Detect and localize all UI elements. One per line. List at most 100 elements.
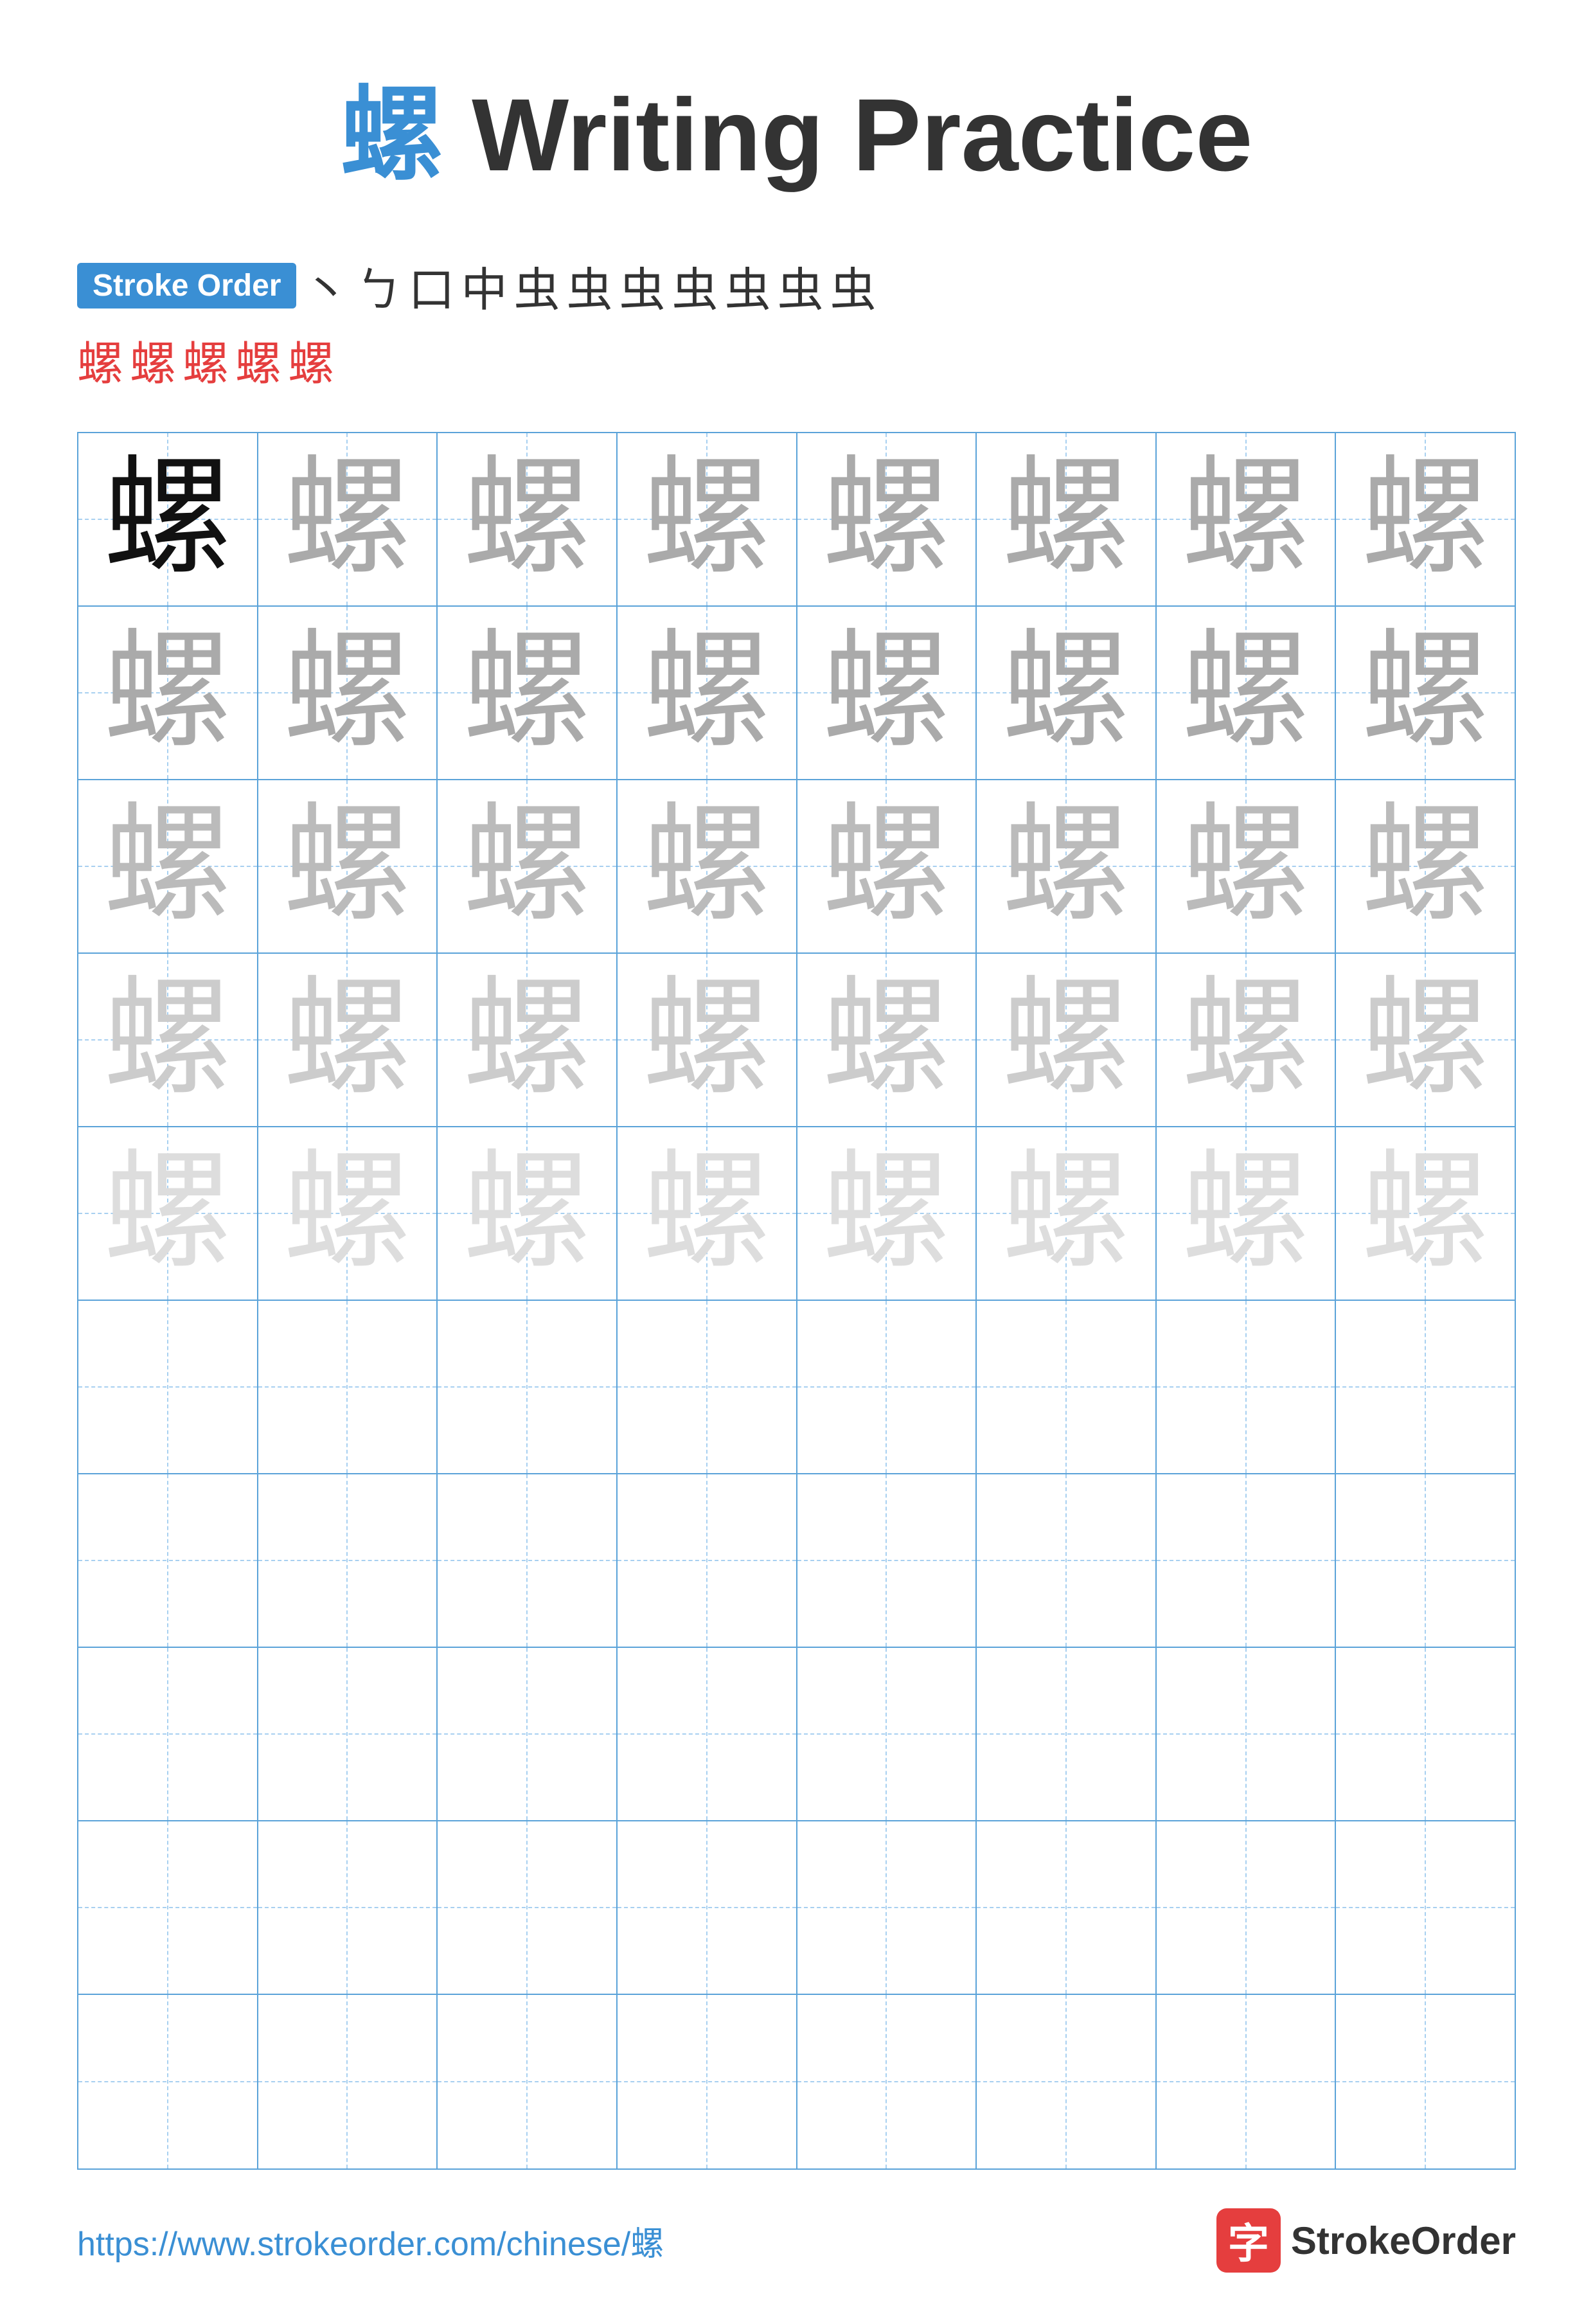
stroke-9: 虫: [725, 252, 771, 319]
grid-row-4: 螺 螺 螺 螺 螺 螺 螺: [78, 954, 1515, 1127]
char-4-6: 螺: [1002, 976, 1130, 1104]
cell-6-3: [438, 1301, 618, 1474]
cell-2-6: 螺: [977, 607, 1157, 780]
stroke-5: 虫: [514, 252, 560, 319]
footer-logo-text: StrokeOrder: [1291, 2219, 1516, 2263]
title-section: 螺 Writing Practice: [77, 51, 1516, 201]
char-1-3: 螺: [463, 455, 591, 584]
cell-6-6: [977, 1301, 1157, 1474]
cell-1-5: 螺: [797, 433, 977, 607]
stroke-14: 螺: [182, 326, 229, 393]
cell-1-8: 螺: [1336, 433, 1515, 607]
cell-5-7: 螺: [1157, 1127, 1337, 1301]
cell-7-8: [1336, 1474, 1515, 1648]
cell-2-7: 螺: [1157, 607, 1337, 780]
cell-7-6: [977, 1474, 1157, 1648]
cell-8-6: [977, 1648, 1157, 1821]
cell-7-5: [797, 1474, 977, 1648]
char-3-2: 螺: [283, 802, 411, 931]
cell-9-2: [258, 1821, 438, 1995]
cell-9-8: [1336, 1821, 1515, 1995]
cell-1-7: 螺: [1157, 433, 1337, 607]
grid-row-10: [78, 1995, 1515, 2168]
cell-3-1: 螺: [78, 780, 258, 954]
cell-2-4: 螺: [618, 607, 797, 780]
title-char: 螺: [341, 77, 443, 192]
cell-6-4: [618, 1301, 797, 1474]
char-3-8: 螺: [1361, 802, 1490, 931]
cell-3-4: 螺: [618, 780, 797, 954]
char-4-1: 螺: [103, 976, 232, 1104]
char-4-3: 螺: [463, 976, 591, 1104]
cell-10-1: [78, 1995, 258, 2168]
char-3-3: 螺: [463, 802, 591, 931]
cell-6-7: [1157, 1301, 1337, 1474]
char-5-6: 螺: [1002, 1149, 1130, 1278]
stroke-8: 虫: [672, 252, 718, 319]
char-2-5: 螺: [822, 629, 950, 757]
char-1-6: 螺: [1002, 455, 1130, 584]
cell-1-2: 螺: [258, 433, 438, 607]
char-4-7: 螺: [1182, 976, 1310, 1104]
cell-9-1: [78, 1821, 258, 1995]
char-1-4: 螺: [643, 455, 771, 584]
char-5-5: 螺: [822, 1149, 950, 1278]
grid-row-8: [78, 1648, 1515, 1821]
char-2-8: 螺: [1361, 629, 1490, 757]
char-2-1: 螺: [103, 629, 232, 757]
stroke-order-row1: Stroke Order 丶 ㄅ 口 中 虫 虫 虫 虫 虫 虫 虫: [77, 252, 1516, 319]
char-2-3: 螺: [463, 629, 591, 757]
cell-8-5: [797, 1648, 977, 1821]
cell-7-4: [618, 1474, 797, 1648]
cell-4-3: 螺: [438, 954, 618, 1127]
stroke-12: 螺: [77, 326, 123, 393]
cell-9-3: [438, 1821, 618, 1995]
char-3-1: 螺: [103, 802, 232, 931]
cell-8-7: [1157, 1648, 1337, 1821]
cell-10-4: [618, 1995, 797, 2168]
char-3-6: 螺: [1002, 802, 1130, 931]
stroke-order-badge: Stroke Order: [77, 263, 296, 308]
grid-row-7: [78, 1474, 1515, 1648]
grid-row-9: [78, 1821, 1515, 1995]
cell-8-8: [1336, 1648, 1515, 1821]
cell-10-8: [1336, 1995, 1515, 2168]
cell-8-3: [438, 1648, 618, 1821]
cell-7-2: [258, 1474, 438, 1648]
stroke-2: ㄅ: [355, 252, 402, 319]
stroke-11: 虫: [830, 252, 877, 319]
grid-row-1: 螺 螺 螺 螺 螺 螺 螺: [78, 433, 1515, 607]
stroke-7: 虫: [619, 252, 666, 319]
cell-4-2: 螺: [258, 954, 438, 1127]
cell-4-6: 螺: [977, 954, 1157, 1127]
cell-5-3: 螺: [438, 1127, 618, 1301]
cell-7-7: [1157, 1474, 1337, 1648]
stroke-13: 螺: [130, 326, 176, 393]
char-5-4: 螺: [643, 1149, 771, 1278]
char-2-7: 螺: [1182, 629, 1310, 757]
char-1-8: 螺: [1361, 455, 1490, 584]
cell-9-6: [977, 1821, 1157, 1995]
cell-3-8: 螺: [1336, 780, 1515, 954]
cell-5-8: 螺: [1336, 1127, 1515, 1301]
cell-10-3: [438, 1995, 618, 2168]
cell-9-7: [1157, 1821, 1337, 1995]
cell-3-5: 螺: [797, 780, 977, 954]
cell-6-8: [1336, 1301, 1515, 1474]
cell-10-2: [258, 1995, 438, 2168]
cell-4-8: 螺: [1336, 954, 1515, 1127]
cell-4-4: 螺: [618, 954, 797, 1127]
cell-8-1: [78, 1648, 258, 1821]
practice-grid: 螺 螺 螺 螺 螺 螺 螺: [77, 432, 1516, 2170]
cell-5-1: 螺: [78, 1127, 258, 1301]
footer: https://www.strokeorder.com/chinese/螺 字 …: [77, 2170, 1516, 2273]
cell-3-3: 螺: [438, 780, 618, 954]
cell-7-3: [438, 1474, 618, 1648]
cell-5-4: 螺: [618, 1127, 797, 1301]
char-2-2: 螺: [283, 629, 411, 757]
cell-1-1: 螺: [78, 433, 258, 607]
stroke-4: 中: [461, 252, 507, 319]
char-5-3: 螺: [463, 1149, 591, 1278]
cell-1-4: 螺: [618, 433, 797, 607]
grid-row-5: 螺 螺 螺 螺 螺 螺 螺: [78, 1127, 1515, 1301]
